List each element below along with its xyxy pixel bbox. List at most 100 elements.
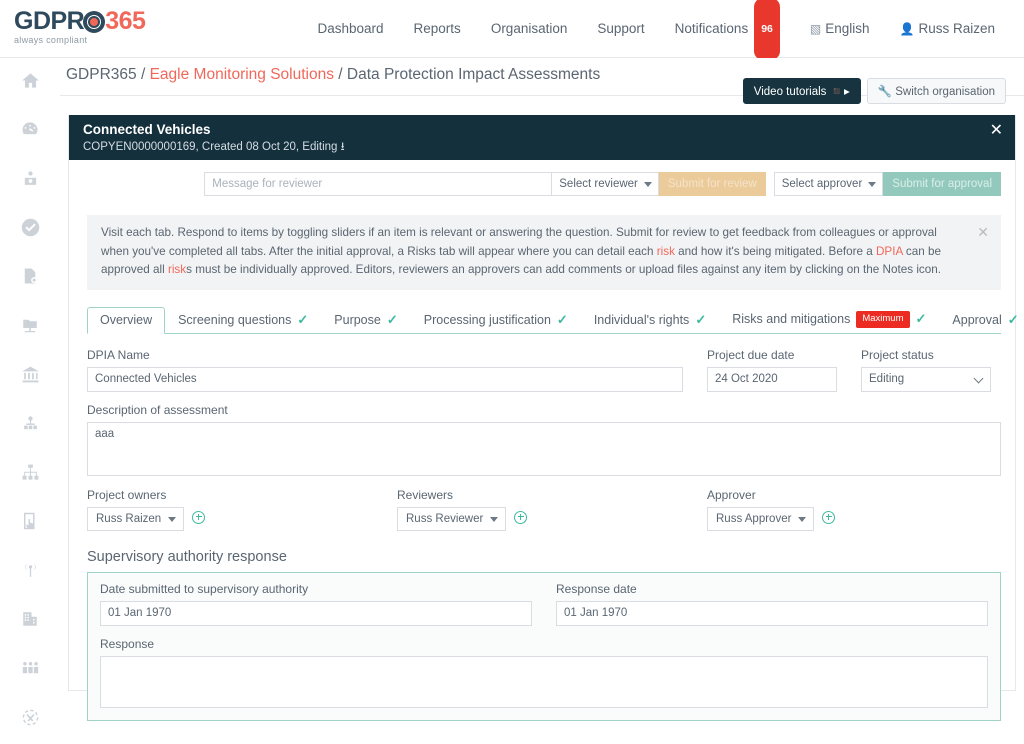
sidebar-item-authority[interactable] [0,352,60,401]
tab-screening-questions[interactable]: Screening questions ✓ [165,306,321,334]
nav-user-label: Russ Raizen [918,21,995,36]
nav-support[interactable]: Support [582,0,659,58]
nav-language[interactable]: ▧ English [795,0,885,58]
breadcrumb: GDPR365 / Eagle Monitoring Solutions / D… [66,66,600,84]
sidebar-item-transfers[interactable] [0,695,60,744]
switch-organisation-button[interactable]: 🔧 Switch organisation [866,78,1006,104]
org-chart-icon [21,463,40,487]
dpia-name-label: DPIA Name [87,347,150,362]
video-tutorials-button[interactable]: Video tutorials ◾▸ [742,78,861,104]
approver-value: Russ Approver [716,512,792,525]
tab-approval[interactable]: Approval ✓ [939,306,1024,334]
people-icon [22,415,39,437]
instructions-dpia: DPIA [875,244,903,258]
staff-group-icon [21,659,40,683]
transfers-icon [21,708,40,732]
tab-purpose-label: Purpose [334,312,381,327]
sidebar-item-company[interactable] [0,597,60,646]
overview-form: DPIA Name Project due date Project statu… [87,348,1001,721]
person-card-icon [22,170,39,192]
reviewers-select[interactable]: Russ Reviewer [397,506,507,531]
select-approver-dropdown[interactable]: Select approver [773,172,884,196]
tab-purpose[interactable]: Purpose ✓ [321,306,410,334]
nav-user-menu[interactable]: 👤 Russ Raizen [885,0,1010,58]
sidebar-item-staff[interactable] [0,646,60,695]
supervisory-dates-row: Date submitted to supervisory authority … [100,582,988,626]
select-reviewer-dropdown[interactable]: Select reviewer [552,172,659,196]
close-icon[interactable]: ✕ [977,225,989,239]
check-icon: ✓ [386,311,398,327]
tab-individuals-rights[interactable]: Individual's rights ✓ [581,306,719,334]
building-icon [21,610,39,633]
sidebar-item-people[interactable] [0,401,60,450]
top-navigation: Dashboard Reports Organisation Support N… [302,0,1010,60]
breadcrumb-sep-1: / [140,66,146,83]
sidebar-item-org-chart[interactable] [0,450,60,499]
project-status-select[interactable]: Editing [861,366,991,392]
translate-icon: ▧ [809,22,822,36]
response-date-input[interactable] [556,600,988,626]
app-logo[interactable]: GDPR 365 always compliant [14,9,154,49]
sidebar-item-processing[interactable] [0,548,60,597]
add-approver-icon[interactable] [822,510,836,524]
sidebar-item-home[interactable] [0,58,60,107]
response-label: Response [100,636,155,651]
check-icon: ✓ [297,311,309,327]
submit-for-approval-button[interactable]: Submit for approval [883,172,1001,196]
project-status-label: Project status [861,347,934,362]
sidebar-item-compliance[interactable] [0,205,60,254]
project-due-date-input[interactable] [707,366,837,392]
dpia-title: Connected Vehicles [83,122,211,137]
download-icon[interactable]: ⭳ [341,141,345,153]
sidebar-item-records[interactable] [0,303,60,352]
top-bar: GDPR 365 always compliant Dashboard Repor… [0,0,1024,60]
dpia-name-field-group: DPIA Name [87,348,683,392]
tab-risks-and-mitigations[interactable]: Risks and mitigations Maximum ✓ [719,305,939,333]
instructions-risk-1: risk [656,244,675,258]
tab-processing-justification[interactable]: Processing justification ✓ [411,306,581,334]
add-project-owner-icon[interactable] [192,510,206,524]
chevron-down-icon [168,516,177,522]
date-submitted-input[interactable] [100,600,532,626]
approver-label: Approver [707,487,756,502]
close-icon[interactable]: ✕ [990,123,1003,139]
select-reviewer-label: Select reviewer [559,178,638,190]
response-textarea[interactable] [100,655,988,708]
select-approver-label: Select approver [781,178,863,190]
submit-for-review-button[interactable]: Submit for review [658,172,766,196]
sidebar-item-dashboard[interactable] [0,107,60,156]
tab-approval-label: Approval [952,312,1002,327]
nav-language-label: English [825,21,870,36]
chevron-down-icon [973,373,984,383]
response-field-group: Response [100,637,988,708]
chevron-down-icon [798,516,807,522]
breadcrumb-root[interactable]: GDPR365 [66,66,137,83]
review-submit-row: Select reviewer Submit for review Select… [69,172,1015,204]
breadcrumb-org[interactable]: Eagle Monitoring Solutions [150,66,334,83]
sidebar-item-documents[interactable] [0,254,60,303]
description-textarea[interactable]: aaa [87,421,1001,476]
nav-organisation[interactable]: Organisation [476,0,583,58]
chevron-down-icon [868,182,877,187]
form-row-name-date-status: DPIA Name Project due date Project statu… [87,348,1001,392]
dpia-name-input[interactable] [87,366,683,392]
home-icon [21,71,40,95]
logo-tagline: always compliant [14,35,88,45]
nav-reports[interactable]: Reports [399,0,476,58]
project-owners-select[interactable]: Russ Raizen [87,506,185,531]
reviewers-value: Russ Reviewer [406,512,484,525]
fingerprint-icon [83,11,106,33]
message-for-reviewer-input[interactable] [204,172,553,196]
sidebar-item-consent[interactable] [0,499,60,548]
chevron-down-icon [490,516,499,522]
breadcrumb-row: GDPR365 / Eagle Monitoring Solutions / D… [60,58,1024,104]
nav-dashboard[interactable]: Dashboard [302,0,398,58]
sidebar-item-data-subject[interactable] [0,156,60,205]
supervisory-authority-section: Date submitted to supervisory authority … [87,571,1001,721]
nav-notifications[interactable]: Notifications 96 [660,0,795,60]
logo-365-text: 365 [105,7,146,35]
add-reviewer-icon[interactable] [514,510,528,524]
approver-select[interactable]: Russ Approver [707,506,815,531]
bank-icon [21,365,40,389]
tab-overview[interactable]: Overview [87,306,166,334]
